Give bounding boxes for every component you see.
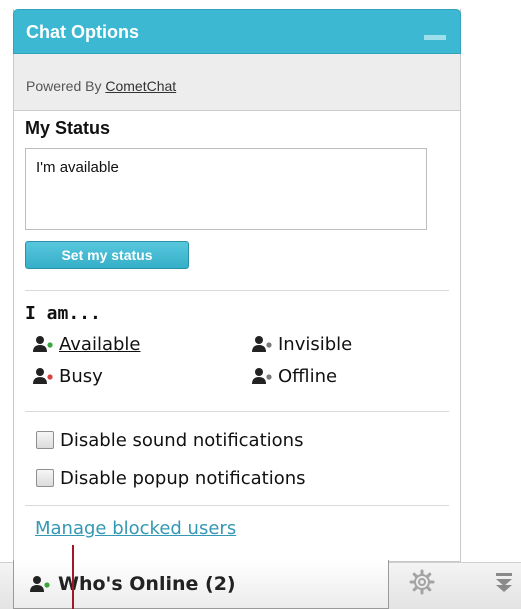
minimize-button[interactable] — [424, 24, 446, 44]
my-status-heading: My Status — [25, 118, 111, 138]
status-option-available[interactable]: Available — [33, 332, 140, 356]
disable-sound-row[interactable]: Disable sound notifications — [36, 427, 303, 453]
status-message-input[interactable]: I'm available — [25, 148, 427, 230]
status-option-busy[interactable]: Busy — [33, 364, 103, 388]
powered-by-text: Powered By CometChat — [26, 78, 176, 94]
disable-sound-label: Disable sound notifications — [60, 429, 304, 451]
disable-popup-label: Disable popup notifications — [60, 467, 306, 489]
divider — [25, 505, 449, 506]
status-option-invisible[interactable]: Invisible — [252, 332, 352, 356]
gear-icon — [409, 569, 435, 595]
set-my-status-button[interactable]: Set my status — [25, 241, 189, 269]
double-chevron-down-icon — [496, 573, 512, 592]
disable-popup-checkbox[interactable] — [36, 469, 54, 487]
person-invisible-icon — [252, 336, 272, 352]
cometchat-link[interactable]: CometChat — [105, 78, 176, 94]
divider — [25, 290, 449, 291]
status-option-label: Invisible — [278, 333, 353, 355]
panel-title: Chat Options — [26, 22, 139, 42]
status-option-label: Available — [59, 333, 141, 355]
person-offline-icon — [252, 368, 272, 384]
powered-by-prefix: Powered By — [26, 78, 106, 94]
powered-by-bar: Powered By CometChat — [14, 54, 460, 111]
text-cursor-marker — [72, 545, 74, 609]
whos-online-tab[interactable]: Who's Online (2) — [13, 560, 389, 609]
manage-blocked-users-link[interactable]: Manage blocked users — [35, 518, 236, 539]
person-available-icon — [33, 336, 53, 352]
divider — [25, 411, 449, 412]
panel-titlebar: Chat Options — [13, 9, 461, 54]
status-option-label: Offline — [278, 365, 338, 387]
person-online-icon — [30, 576, 50, 592]
disable-popup-row[interactable]: Disable popup notifications — [36, 465, 306, 491]
person-busy-icon — [33, 368, 53, 384]
status-option-label: Busy — [59, 365, 103, 387]
collapse-bar-button[interactable] — [492, 570, 516, 596]
settings-button[interactable] — [408, 568, 436, 596]
whos-online-label: Who's Online (2) — [58, 573, 236, 595]
disable-sound-checkbox[interactable] — [36, 431, 54, 449]
availability-heading: I am... — [25, 303, 101, 324]
status-option-offline[interactable]: Offline — [252, 364, 337, 388]
